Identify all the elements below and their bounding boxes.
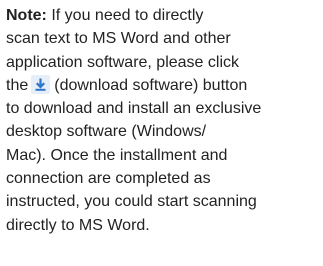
note-line-3: application software, please click bbox=[6, 53, 240, 71]
note-line-10: directly to MS Word. bbox=[6, 216, 150, 234]
note-line-7: Mac). Once the installment and bbox=[6, 146, 228, 164]
note-line-6: desktop software (Windows/ bbox=[6, 123, 207, 141]
note-text: If you need to directly bbox=[46, 7, 204, 24]
download-icon[interactable] bbox=[31, 74, 51, 94]
note-line-1: Note: If you need to directly bbox=[6, 4, 321, 27]
note-line-4: the (download software) button bbox=[6, 74, 321, 97]
note-line-2: scan text to MS Word and other bbox=[6, 30, 231, 48]
note-line-5: to download and install an exclusive bbox=[6, 100, 262, 118]
download-note: Note: If you need to directly scan text … bbox=[6, 4, 321, 237]
note-text-download-software: (download software) button bbox=[54, 76, 248, 94]
note-text-the: the bbox=[6, 76, 29, 94]
note-line-8: connection are completed as bbox=[6, 170, 211, 188]
note-line-9: instructed, you could start scanning bbox=[6, 193, 257, 211]
note-label: Note: bbox=[6, 7, 47, 24]
